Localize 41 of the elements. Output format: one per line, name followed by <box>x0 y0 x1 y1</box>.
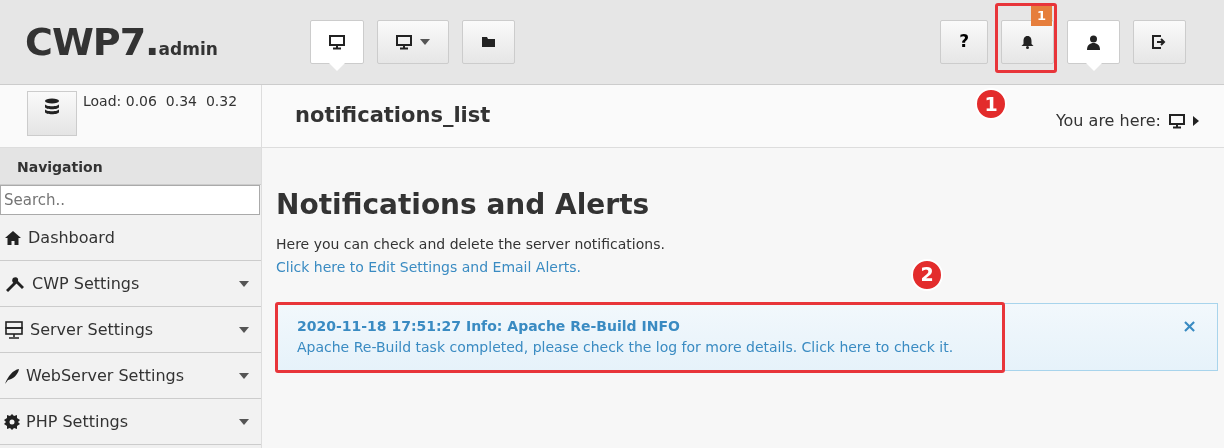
sidebar-heading: Navigation <box>0 148 261 185</box>
toolbar-button[interactable] <box>1133 20 1186 64</box>
breadcrumb-label: You are here: <box>1055 110 1161 132</box>
description: Here you can check and delete the server notifications. <box>276 234 666 254</box>
settings-icon <box>4 413 20 430</box>
toolbar-button[interactable]: ? <box>940 20 988 64</box>
logout-icon <box>1152 35 1167 49</box>
chevron-icon <box>1193 116 1199 126</box>
user-icon <box>1086 34 1101 50</box>
monitor-icon <box>396 34 412 50</box>
notification-title: 2020-11-18 17:51:27 Info: Apache Re-Build INFO <box>297 316 681 336</box>
caret-icon <box>239 418 249 425</box>
tools-icon <box>4 275 26 292</box>
callout-number: 2 <box>911 258 943 291</box>
logo: CWP7.admin <box>25 18 219 66</box>
settings-link[interactable]: Click here to Edit Settings and Email Alerts. <box>276 258 581 275</box>
notification-message: Apache Re-Build task completed, please check the log for more details. Click here to check it. <box>297 337 954 357</box>
database-icon <box>44 98 60 116</box>
home-icon <box>4 229 22 246</box>
toolbar-button[interactable] <box>377 20 449 64</box>
page-heading: Notifications and Alerts <box>276 188 651 222</box>
feather-icon <box>4 367 20 384</box>
toolbar-button[interactable] <box>462 20 515 64</box>
notification-count: 1 <box>1030 6 1052 26</box>
database-button[interactable] <box>27 91 77 136</box>
toolbar-button[interactable] <box>1001 20 1054 64</box>
bell-icon <box>1020 35 1035 49</box>
caret-icon <box>239 372 249 379</box>
caret-icon <box>239 280 249 287</box>
search-field[interactable]: Search.. <box>0 185 260 215</box>
monitor-icon <box>329 34 345 50</box>
page-title: notifications_list <box>295 102 491 130</box>
load-average: Load: 0.06 0.34 0.32 <box>83 92 238 111</box>
monitor-icon <box>1169 113 1185 129</box>
highlight-frame <box>995 3 1057 73</box>
folder-icon <box>481 36 496 48</box>
server-icon <box>4 320 24 339</box>
close-button[interactable]: × <box>1181 315 1197 336</box>
caret-icon <box>420 39 430 45</box>
caret-icon <box>239 326 249 333</box>
callout-number: 1 <box>975 88 1007 120</box>
